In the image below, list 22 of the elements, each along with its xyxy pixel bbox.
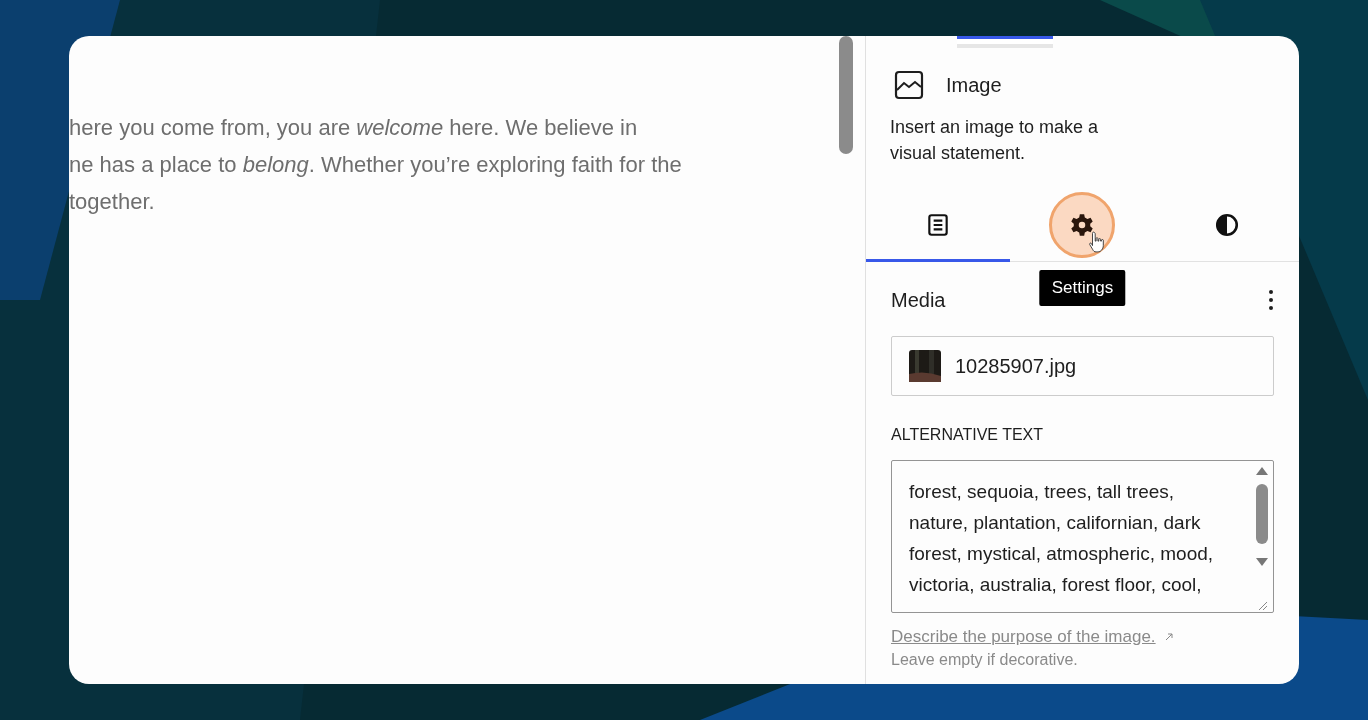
external-link-icon [1163,632,1174,642]
scrollbar-thumb[interactable] [1256,484,1268,544]
block-description: Insert an image to make a visual statement. [890,116,1100,165]
image-icon [894,70,924,100]
more-options-icon[interactable] [1268,288,1274,312]
paragraph-line: here you come from, you are welcome here. We believe in [69,114,639,142]
help-text: Leave empty if decorative. [891,651,1079,669]
contrast-icon [1213,211,1240,238]
media-file-field[interactable]: 10285907.jpg [891,336,1274,396]
section-title: Media [891,288,946,312]
scroll-down-icon[interactable] [1255,557,1269,567]
paragraph-line: ne has a place to belong. Whether you’re exploring faith for the [69,151,683,179]
tooltip: Settings [1039,270,1126,306]
file-name: 10285907.jpg [955,354,1077,378]
hand-cursor-icon [1088,230,1107,254]
paragraph-line: together. [69,188,156,216]
settings-icon [1069,211,1096,238]
scroll-up-icon[interactable] [1255,466,1269,476]
scrollbar-thumb[interactable] [839,36,853,154]
field-label: ALTERNATIVE TEXT [891,426,1045,444]
alt-text-field[interactable]: forest, sequoia, trees, tall trees, nature, plantation, californian, dark forest, mystical, atmospheric, mood, victoria, australia, forest floor, cool, [891,460,1274,613]
block-title: Image [946,73,1002,97]
